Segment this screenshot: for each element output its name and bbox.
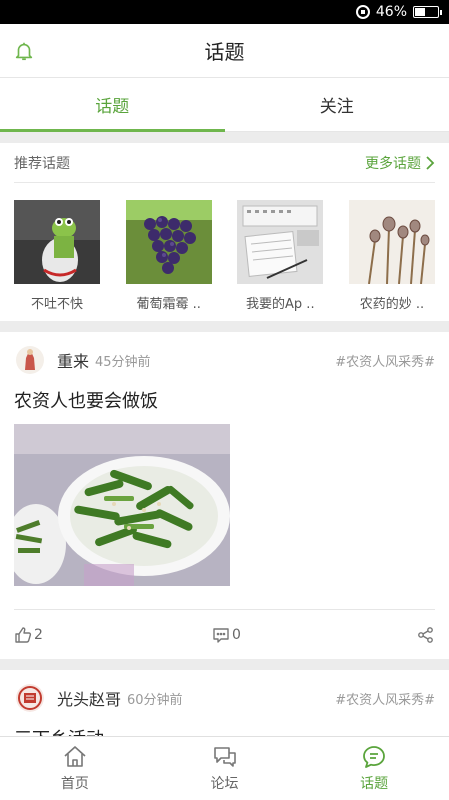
topic-card[interactable]: 葡萄霜霉 ..: [125, 200, 212, 312]
post-footer: 2 0: [14, 609, 435, 659]
nav-topics-label: 话题: [360, 776, 389, 792]
page-title: 话题: [204, 40, 245, 64]
divider: [0, 659, 449, 670]
topic-label: 我要的Ap ..: [246, 297, 315, 312]
tab-following[interactable]: 关注: [225, 78, 449, 131]
topic-label: 不吐不快: [30, 297, 83, 312]
status-bar: 46%: [0, 0, 449, 24]
recommended-list: 不吐不快 葡萄霜霉 .. 我要的Ap .. 农药的妙 ..: [14, 183, 435, 312]
post-title: 农资人也要会做饭: [14, 391, 158, 412]
divider: [0, 321, 449, 332]
tab-bar: 话题 关注: [0, 78, 449, 132]
rotation-lock-icon: [355, 5, 370, 19]
nav-forum[interactable]: 论坛: [150, 737, 300, 800]
more-topics-label: 更多话题: [365, 155, 421, 172]
more-topics-link[interactable]: 更多话题: [365, 153, 435, 173]
post-card[interactable]: 重来 45分钟前 #农资人风采秀# 农资人也要会做饭 2 0: [0, 332, 449, 659]
topic-icon: [363, 746, 386, 768]
recommended-topics: 推荐话题 更多话题 不吐不快 葡萄霜霉 .. 我要的Ap .. 农药的妙 ..: [0, 143, 449, 321]
top-bar: 话题: [0, 24, 449, 78]
thumbs-up-icon: [15, 626, 32, 643]
author-name[interactable]: 光头赵哥: [57, 686, 121, 710]
nav-forum-label: 论坛: [210, 776, 239, 792]
nav-home-label: 首页: [60, 776, 89, 792]
post-header: 光头赵哥 60分钟前 #农资人风采秀#: [14, 670, 435, 726]
bottom-nav: 首页 论坛 话题: [0, 736, 449, 800]
comment-icon: [213, 627, 229, 643]
divider: [0, 132, 449, 143]
battery-percent: 46%: [375, 4, 407, 20]
post-image[interactable]: [6, 424, 230, 586]
topic-thumbnail-frog: [14, 200, 100, 284]
post-time: 45分钟前: [95, 354, 151, 370]
post-header: 重来 45分钟前 #农资人风采秀#: [14, 332, 435, 388]
battery-icon: [413, 6, 442, 18]
comment-count: 0: [232, 626, 241, 643]
topic-thumbnail-desk: [237, 200, 324, 284]
forum-icon: [213, 747, 236, 767]
topic-label: 葡萄霜霉 ..: [136, 297, 201, 312]
topic-card[interactable]: 农药的妙 ..: [348, 200, 435, 312]
nav-home[interactable]: 首页: [0, 737, 150, 800]
recommended-title: 推荐话题: [14, 155, 70, 172]
author-name[interactable]: 重来: [57, 348, 89, 372]
like-button[interactable]: 2: [14, 626, 43, 644]
tab-topics[interactable]: 话题: [0, 78, 225, 132]
like-count: 2: [34, 626, 43, 643]
topic-label: 农药的妙 ..: [359, 297, 425, 312]
topic-thumbnail-grapes: [125, 200, 212, 284]
home-icon: [64, 746, 86, 767]
topic-card[interactable]: 不吐不快: [14, 200, 100, 312]
post-time: 60分钟前: [127, 692, 183, 708]
comment-button[interactable]: 0: [212, 626, 241, 644]
battery-level: [415, 8, 426, 16]
recommended-header: 推荐话题 更多话题: [14, 143, 435, 183]
topic-tag[interactable]: #农资人风采秀#: [335, 351, 435, 370]
avatar[interactable]: [16, 684, 44, 712]
bell-icon[interactable]: [13, 40, 35, 62]
avatar[interactable]: [16, 346, 44, 374]
topic-tag[interactable]: #农资人风采秀#: [335, 689, 435, 708]
app-screen: 46% 话题 话题 关注 推荐话题 更多话题 不吐不快 葡萄霜霉 .. 我要的A…: [0, 0, 449, 800]
chevron-right-icon: [426, 155, 435, 170]
topic-card[interactable]: 我要的Ap ..: [237, 200, 324, 312]
nav-topics[interactable]: 话题: [299, 737, 449, 800]
share-icon[interactable]: [417, 626, 435, 644]
topic-thumbnail-poppy: [348, 200, 435, 284]
